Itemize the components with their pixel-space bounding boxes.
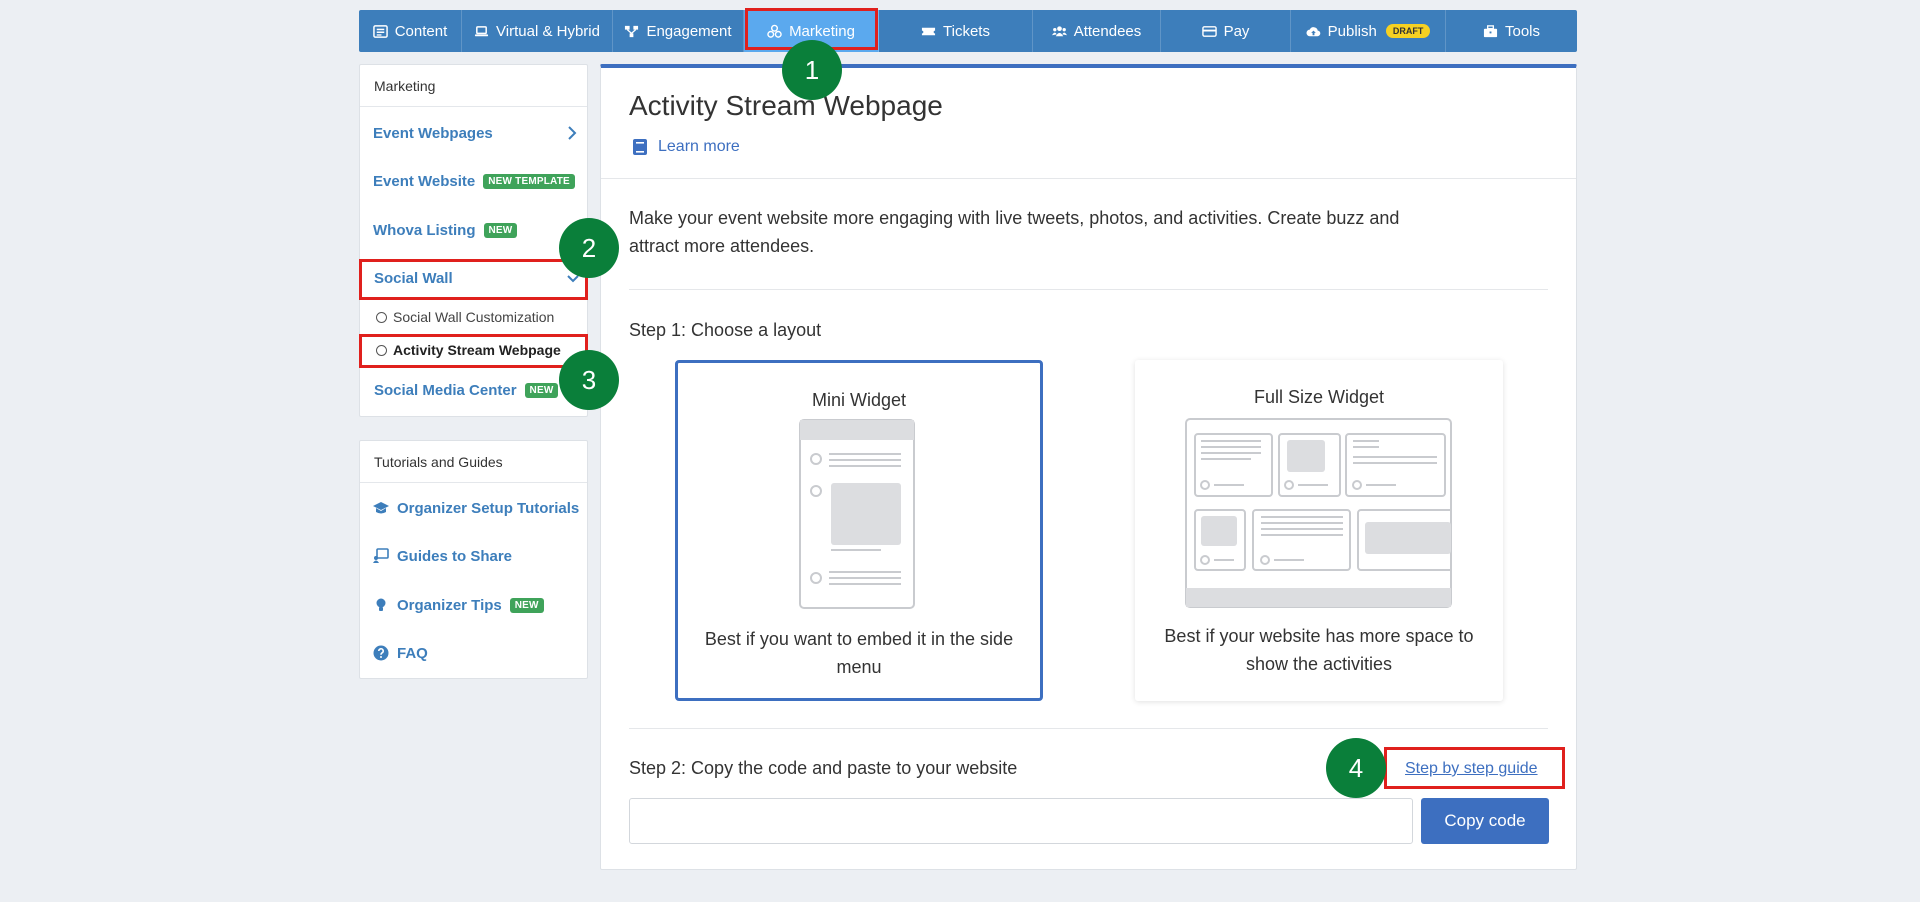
header-divider [601, 178, 1576, 179]
step2-label: Step 2: Copy the code and paste to your … [629, 758, 1018, 778]
new-badge: NEW [509, 597, 544, 613]
step1-label: Step 1: Choose a layout [629, 320, 822, 340]
page-title: Activity Stream Webpage [629, 90, 943, 121]
nav-virtual-hybrid-label: Virtual & Hybrid [496, 22, 600, 40]
question-circle-icon [373, 645, 389, 661]
full-size-widget-illustration [1185, 418, 1452, 608]
sidebar-item-label: Organizer Setup Tutorials [397, 499, 580, 517]
sidebar-subitem-social-wall-customization[interactable]: Social Wall Customization [376, 307, 581, 327]
sidebar-item-label: Organizer Tips [397, 596, 502, 614]
sidebar-item-whova-listing[interactable]: Whova Listing NEW [373, 218, 584, 242]
lightbulb-icon [376, 598, 386, 611]
laptop-icon [474, 25, 489, 36]
sidebar-item-organizer-tips[interactable]: Organizer Tips NEW [373, 593, 584, 617]
nav-attendees-label: Attendees [1073, 22, 1142, 40]
copy-code-button[interactable]: Copy code [1421, 798, 1549, 844]
sidebar-item-guides-to-share[interactable]: Guides to Share [373, 544, 584, 568]
main-panel: Activity Stream Webpage Learn more Make … [600, 64, 1577, 870]
nav-pay-label: Pay [1223, 22, 1250, 40]
nav-engagement-label: Engagement [646, 22, 732, 40]
step-marker-4: 4 [1326, 738, 1386, 798]
sidebar-item-social-media-center[interactable]: Social Media Center NEW [374, 378, 584, 402]
ticket-icon [921, 27, 936, 35]
marketing-sidebar-header: Marketing [360, 65, 587, 107]
mini-widget-illustration [799, 419, 915, 609]
layout-card-desc: Best if you want to embed it in the side… [704, 629, 1014, 677]
content-icon [372, 24, 388, 38]
book-icon [633, 139, 647, 155]
nav-content-label: Content [394, 22, 448, 40]
sidebar-item-event-website[interactable]: Event Website NEW TEMPLATE [373, 169, 584, 193]
draft-badge: DRAFT [1385, 24, 1431, 38]
sidebar-item-label: Event Webpages [373, 124, 493, 142]
cloud-upload-icon [1306, 26, 1320, 36]
radio-circle-icon [376, 311, 387, 323]
layout-card-full-size-widget[interactable]: Full Size Widget Best if your website ha… [1135, 360, 1503, 701]
new-template-badge: NEW TEMPLATE [483, 173, 575, 189]
learn-more-label: Learn more [658, 138, 740, 155]
nav-engagement[interactable]: Engagement [613, 10, 744, 52]
embed-code-field[interactable] [629, 798, 1413, 844]
sidebar-item-label: Event Website [373, 172, 476, 190]
sidebar-item-label: Guides to Share [397, 547, 513, 565]
sidebar-item-label: Whova Listing [373, 221, 476, 239]
nav-publish[interactable]: Publish DRAFT [1291, 10, 1446, 52]
step-by-step-guide-link[interactable]: Step by step guide [1405, 760, 1538, 778]
learn-more-link[interactable]: Learn more [632, 138, 740, 156]
sidebar-subitem-label: Social Wall Customization [393, 309, 555, 325]
toolbox-icon [1483, 24, 1498, 37]
chevron-right-icon [568, 126, 577, 140]
step-marker-3: 3 [559, 350, 619, 410]
sidebar-item-label: Social Media Center [374, 381, 517, 399]
sidebar-subitem-activity-stream-webpage[interactable]: Activity Stream Webpage [376, 340, 581, 360]
sidebar-item-label: Social Wall [374, 269, 453, 287]
step-marker-1: 1 [782, 40, 842, 100]
section-divider [629, 289, 1548, 290]
sidebar-subitem-label: Activity Stream Webpage [393, 342, 561, 358]
share-screen-icon [373, 548, 389, 563]
nav-tools-label: Tools [1504, 22, 1541, 40]
nav-pay[interactable]: Pay [1161, 10, 1291, 52]
card-icon [1201, 25, 1217, 37]
layout-card-desc: Best if your website has more space to s… [1164, 626, 1474, 674]
nav-attendees[interactable]: Attendees [1033, 10, 1161, 52]
nav-virtual-hybrid[interactable]: Virtual & Hybrid [462, 10, 613, 52]
layout-card-title: Full Size Widget [1253, 387, 1385, 407]
nav-tickets[interactable]: Tickets [879, 10, 1033, 52]
sidebar-item-organizer-setup-tutorials[interactable]: Organizer Setup Tutorials [373, 496, 584, 520]
new-badge: NEW [483, 222, 518, 238]
nav-tools[interactable]: Tools [1446, 10, 1577, 52]
nav-marketing-label: Marketing [789, 22, 855, 40]
users-icon [1051, 25, 1067, 36]
section-divider [629, 728, 1548, 729]
step-marker-2: 2 [559, 218, 619, 278]
marketing-icon [767, 24, 782, 38]
intro-text: Make your event website more engaging wi… [629, 208, 1400, 256]
radio-circle-icon [376, 344, 387, 356]
tutorials-sidebar-header: Tutorials and Guides [360, 441, 587, 483]
layout-card-mini-widget[interactable]: Mini Widget Best if you want to embed it… [675, 360, 1043, 701]
top-nav: Content Virtual & Hybrid Engagement Mark… [359, 10, 1577, 52]
sidebar-item-social-wall[interactable]: Social Wall [374, 266, 584, 290]
new-badge: NEW [524, 382, 559, 398]
sidebar-item-faq[interactable]: FAQ [373, 641, 584, 665]
nav-publish-label: Publish [1327, 22, 1377, 40]
nav-tickets-label: Tickets [943, 22, 990, 40]
sidebar-item-label: FAQ [397, 644, 428, 662]
sidebar-item-event-webpages[interactable]: Event Webpages [373, 121, 584, 145]
layout-card-title: Mini Widget [811, 390, 907, 410]
network-icon [625, 25, 639, 37]
nav-content[interactable]: Content [359, 10, 462, 52]
graduation-cap-icon [373, 502, 389, 514]
